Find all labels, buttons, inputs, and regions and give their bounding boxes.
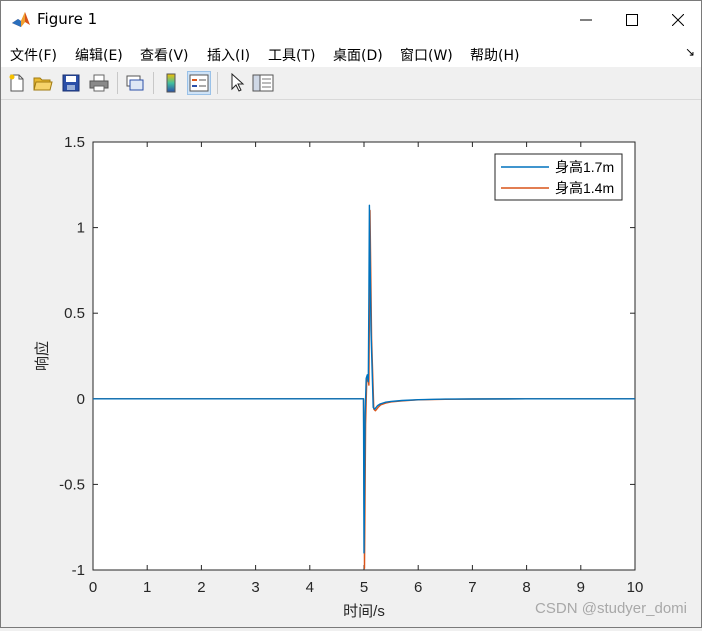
toolbar-separator <box>217 72 218 94</box>
dock-arrow-icon[interactable]: ↘ <box>685 45 695 59</box>
x-tick-label: 4 <box>306 579 314 596</box>
link-plot-icon[interactable] <box>123 71 147 95</box>
legend-label: 身高1.7m <box>555 159 614 175</box>
menu-view[interactable]: 查看(V) <box>140 45 189 65</box>
figure-window: Figure 1 文件(F) 编辑(E) 查看(V) 插入(I) 工具(T) 桌… <box>0 0 702 628</box>
print-icon[interactable] <box>87 71 111 95</box>
open-file-icon[interactable] <box>31 71 55 95</box>
legend-label: 身高1.4m <box>555 180 614 196</box>
menu-insert[interactable]: 插入(I) <box>207 45 250 65</box>
figure-canvas: 0 1 2 3 4 5 6 7 8 9 10 -1 -0.5 0 0.5 1 1.5 身高1.7m 身高1.4m … <box>1 100 701 627</box>
property-inspector-icon[interactable] <box>251 71 275 95</box>
toolbar <box>1 67 701 100</box>
y-axis-label: 响应 <box>33 341 51 371</box>
y-tick-label: 1.5 <box>64 134 85 151</box>
maximize-button[interactable] <box>609 1 655 39</box>
x-axis-label: 时间/s <box>343 603 385 620</box>
save-icon[interactable] <box>59 71 83 95</box>
matlab-icon <box>11 10 31 30</box>
menu-help[interactable]: 帮助(H) <box>470 45 519 65</box>
watermark: CSDN @studyer_domi <box>535 600 687 617</box>
toolbar-separator <box>153 72 154 94</box>
line-chart[interactable]: 0 1 2 3 4 5 6 7 8 9 10-1-0.500.511.5 身高1.7m身高1.4m … <box>1 100 701 627</box>
menu-bar: 文件(F) 编辑(E) 查看(V) 插入(I) 工具(T) 桌面(D) 窗口(W… <box>1 39 701 67</box>
x-tick-label: 5 <box>360 579 368 596</box>
y-tick-label: 0.5 <box>64 305 85 322</box>
menu-window[interactable]: 窗口(W) <box>400 45 453 65</box>
x-tick-label: 10 <box>627 579 644 596</box>
x-tick-label: 7 <box>468 579 476 596</box>
pointer-icon[interactable] <box>225 71 249 95</box>
x-tick-label: 3 <box>251 579 259 596</box>
minimize-button[interactable] <box>563 1 609 39</box>
y-tick-label: 1 <box>77 220 85 237</box>
x-tick-label: 8 <box>522 579 530 596</box>
menu-edit[interactable]: 编辑(E) <box>75 45 123 65</box>
x-tick-label: 2 <box>197 579 205 596</box>
x-tick-label: 0 <box>89 579 97 596</box>
window-title: Figure 1 <box>37 10 98 28</box>
menu-tools[interactable]: 工具(T) <box>268 45 315 65</box>
x-tick-label: 1 <box>143 579 151 596</box>
legend-icon[interactable] <box>187 71 211 95</box>
y-tick-label: 0 <box>77 391 85 408</box>
menu-desktop[interactable]: 桌面(D) <box>333 45 383 65</box>
x-tick-label: 6 <box>414 579 422 596</box>
legend[interactable]: 身高1.7m 身高1.4m <box>494 153 623 201</box>
title-bar: Figure 1 <box>1 1 701 39</box>
menu-file[interactable]: 文件(F) <box>10 45 57 65</box>
y-tick-label: -1 <box>72 562 85 579</box>
new-figure-icon[interactable] <box>5 71 29 95</box>
close-button[interactable] <box>655 1 701 39</box>
toolbar-separator <box>117 72 118 94</box>
y-tick-label: -0.5 <box>59 476 85 493</box>
colorbar-icon[interactable] <box>159 71 183 95</box>
x-tick-label: 9 <box>577 579 585 596</box>
